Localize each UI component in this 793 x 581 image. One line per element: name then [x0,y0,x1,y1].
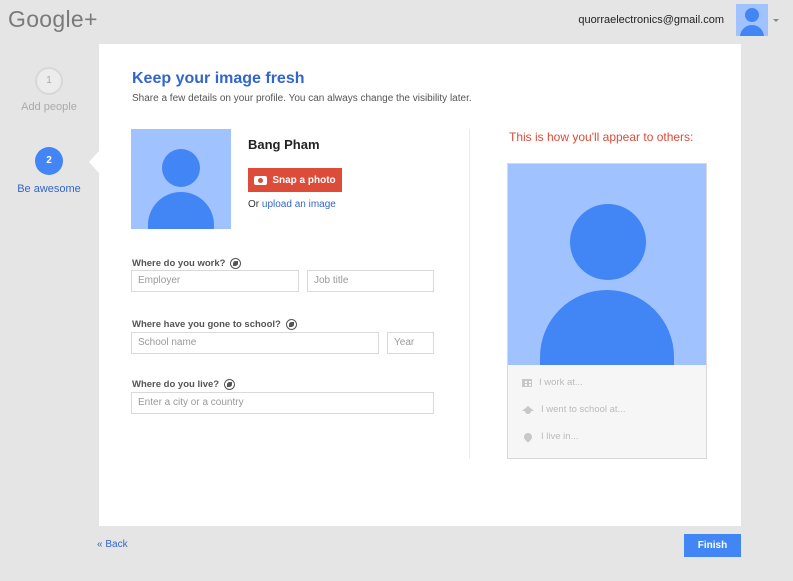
graduation-cap-icon [522,405,534,414]
camera-icon [254,175,268,185]
step-be-awesome[interactable]: 2 Be awesome [0,147,98,195]
school-name-input[interactable]: School name [131,332,379,354]
profile-preview-card: I work at... I went to school at... I li… [507,163,707,459]
upload-image-link[interactable]: upload an image [262,199,336,210]
preview-avatar [508,164,706,365]
step-add-people[interactable]: 1 Add people [0,67,98,113]
page-title: Keep your image fresh [132,70,305,87]
google-plus-logo[interactable]: Google+ [8,6,98,33]
upload-line: Or upload an image [248,199,336,210]
preview-live-text: I live in... [541,431,579,442]
school-label-text: Where have you gone to school? [132,319,281,330]
upload-prefix: Or [248,199,260,210]
page-subtitle: Share a few details on your profile. You… [132,93,472,104]
profile-name: Bang Pham [248,137,320,152]
step-number: 2 [35,147,63,175]
snap-photo-label: Snap a photo [272,174,336,186]
profile-photo[interactable] [131,129,231,229]
building-icon [522,378,532,387]
work-label: Where do you work? [132,258,242,269]
step-number: 1 [35,67,63,95]
preview-heading: This is how you'll appear to others: [509,130,694,144]
employer-input[interactable]: Employer [131,270,299,292]
profile-card: Keep your image fresh Share a few detail… [99,44,741,526]
account-area: quorraelectronics@gmail.com [578,4,779,36]
globe-icon[interactable] [285,319,297,330]
finish-button[interactable]: Finish [684,534,741,557]
snap-photo-button[interactable]: Snap a photo [248,168,342,192]
job-title-input[interactable]: Job title [307,270,434,292]
year-input[interactable]: Year [387,332,434,354]
column-divider [469,129,470,459]
preview-school: I went to school at... [522,404,626,415]
preview-live: I live in... [522,430,579,443]
live-label-text: Where do you live? [132,379,220,390]
account-email[interactable]: quorraelectronics@gmail.com [578,14,724,26]
globe-icon[interactable] [224,379,236,390]
back-link[interactable]: « Back [97,539,128,550]
school-label: Where have you gone to school? [132,319,297,330]
step-label: Be awesome [17,183,81,195]
live-label: Where do you live? [132,379,236,390]
preview-work-text: I work at... [539,377,583,388]
location-pin-icon [522,430,534,443]
work-label-text: Where do you work? [132,258,226,269]
city-input[interactable]: Enter a city or a country [131,392,434,414]
globe-icon[interactable] [230,258,242,269]
active-step-pointer [89,151,99,173]
preview-school-text: I went to school at... [541,404,626,415]
preview-work: I work at... [522,377,583,388]
avatar-icon[interactable] [736,4,768,36]
step-label: Add people [21,101,77,113]
chevron-down-icon[interactable] [773,18,779,22]
